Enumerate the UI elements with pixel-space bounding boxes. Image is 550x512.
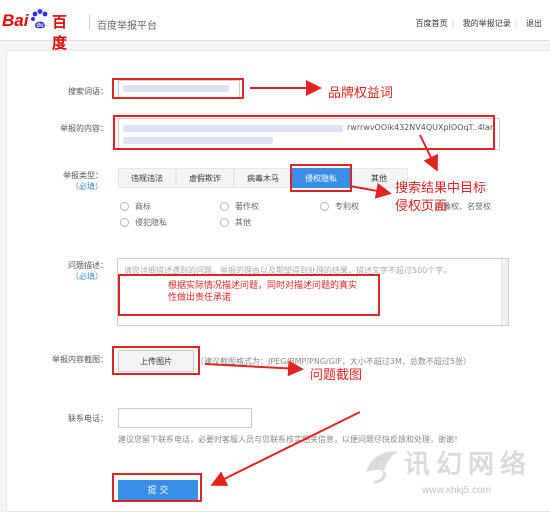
annotation-screenshot: 问题截图 <box>310 368 363 383</box>
svg-text:du: du <box>36 23 44 29</box>
page-header: Bai du 百度 百度举报平台 百度首页 | 我的举报记录 | 退出 <box>0 0 550 52</box>
annotation-frame-tab <box>290 164 352 192</box>
report-content-label: 举报的内容： <box>60 124 108 133</box>
tab-virus[interactable]: 病毒木马 <box>234 168 292 188</box>
header-divider <box>89 14 90 30</box>
annotation-frame-url <box>113 115 495 150</box>
annotation-frame-upload <box>112 346 200 375</box>
bird-logo-icon <box>366 451 398 484</box>
required-note-2: （必填） <box>71 272 103 281</box>
radio-other[interactable]: 其他 <box>220 217 251 228</box>
annotation-frame-submit <box>112 473 202 502</box>
annotation-brand-term: 品牌权益词 <box>328 86 394 101</box>
link-my-reports[interactable]: 我的举报记录 <box>463 19 511 28</box>
annotation-target-page: 搜索结果中目标侵权页面 <box>395 181 487 214</box>
watermark-title: 讯幻网络 <box>404 450 533 480</box>
radio-patent[interactable]: 专利权 <box>320 201 359 212</box>
tab-fraud[interactable]: 虚假欺诈 <box>176 168 234 188</box>
annotation-describe: 根据实际情况描述问题，同时对描述问题的真实性做出责任承诺 <box>168 281 358 303</box>
screenshot-label: 举报内容截图： <box>52 355 108 364</box>
link-baidu-home[interactable]: 百度首页 <box>416 19 448 28</box>
problem-label: 问题描述： <box>68 261 108 270</box>
paw-icon: du <box>31 9 48 29</box>
link-logout[interactable]: 退出 <box>526 19 542 28</box>
textarea-scrollbar[interactable] <box>501 259 508 325</box>
phone-label: 联系电话： <box>68 414 108 423</box>
logo-latin: Bai <box>2 11 29 30</box>
watermark: 讯幻网络 www.xhkj5.com <box>360 438 550 507</box>
radio-trademark[interactable]: 商标 <box>120 201 151 212</box>
tab-illegal[interactable]: 违规违法 <box>118 168 176 188</box>
watermark-url: www.xhkj5.com <box>422 485 491 496</box>
header-links: 百度首页 | 我的举报记录 | 退出 <box>415 19 543 28</box>
required-note: （必填） <box>71 182 103 191</box>
report-type-label: 举报类型： <box>63 171 103 180</box>
radio-copyright[interactable]: 著作权 <box>220 201 259 212</box>
phone-input[interactable] <box>118 408 252 428</box>
search-term-label: 搜索词语： <box>68 87 108 96</box>
logo-chinese: 百度 <box>52 13 68 52</box>
radio-privacy[interactable]: 侵犯隐私 <box>120 217 167 228</box>
annotation-frame-search <box>112 78 244 99</box>
platform-title: 百度举报平台 <box>97 21 157 32</box>
